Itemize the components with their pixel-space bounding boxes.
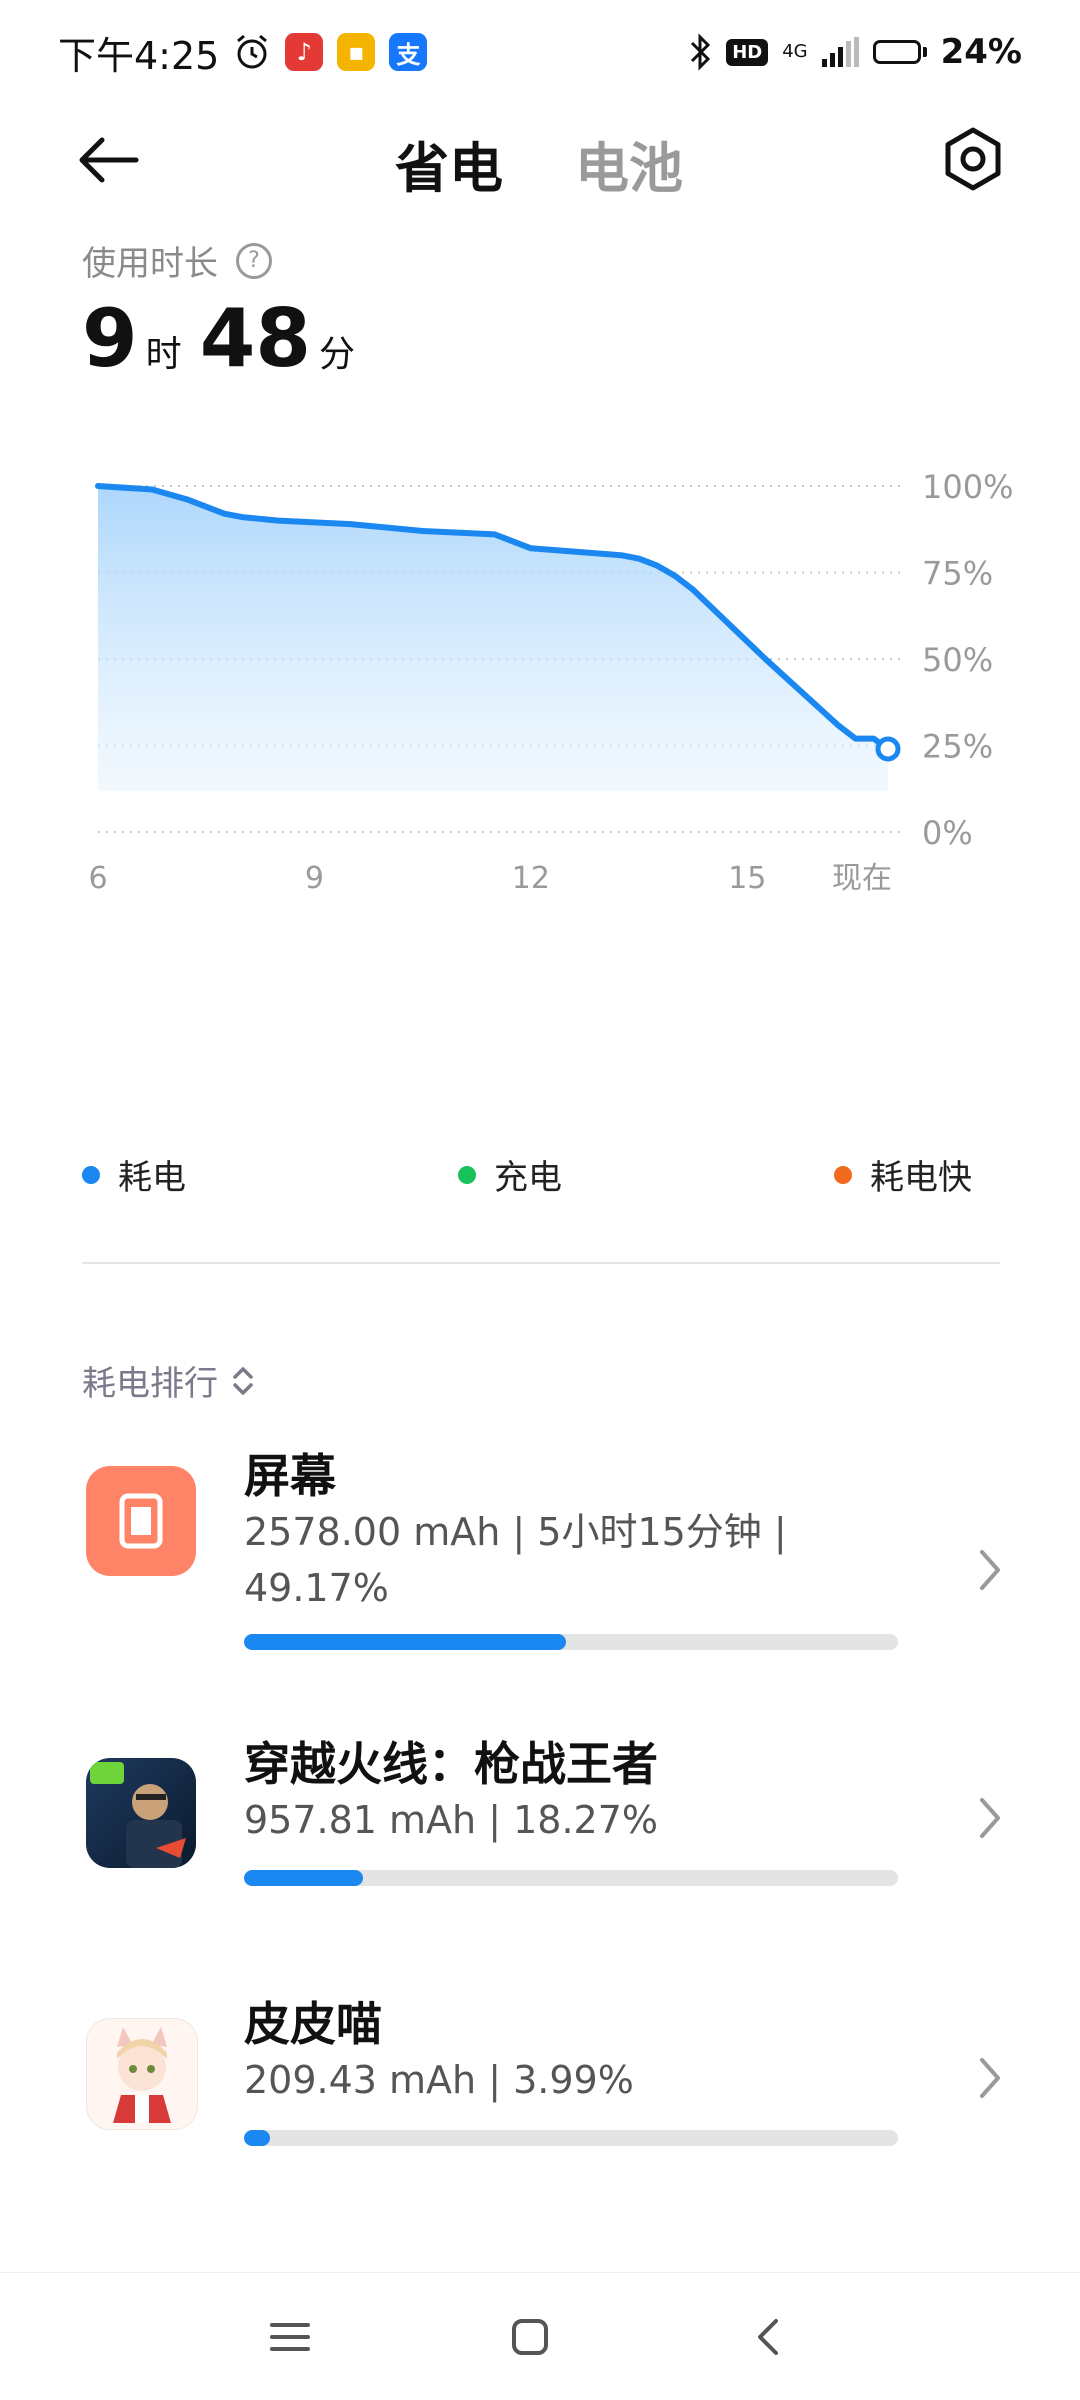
- y-tick-label: 25%: [922, 728, 993, 766]
- usage-hours: 9: [82, 292, 138, 385]
- usage-bar: [244, 2130, 898, 2146]
- rank-item-crossfire[interactable]: 穿越火线：枪战王者 957.81 mAh | 18.27%: [0, 1728, 1080, 1908]
- chevron-right-icon: [980, 2058, 1000, 2098]
- signal-strength-icon: [821, 37, 859, 67]
- status-right: HD 4G 24%: [688, 32, 1022, 72]
- status-time: 下午4:25: [58, 33, 220, 78]
- alipay-icon: 支: [389, 33, 428, 71]
- network-type: 4G: [782, 41, 808, 62]
- x-tick-label: 15: [728, 861, 766, 896]
- help-icon[interactable]: ?: [236, 242, 272, 279]
- netease-music-icon: ♪: [285, 33, 324, 71]
- arrow-left-icon[interactable]: [70, 130, 150, 190]
- battery-level-chart-svg: 100% 75% 50% 25% 0% 6 9 12 15 现在: [88, 468, 1013, 896]
- alarm-clock-icon: [237, 34, 268, 69]
- rank-item-pipimiao[interactable]: 皮皮喵 209.43 mAh | 3.99%: [0, 1988, 1080, 2168]
- battery-level-chart[interactable]: 100% 75% 50% 25% 0% 6 9 12 15 现在: [0, 460, 1080, 1100]
- tab-power-saving[interactable]: 省电: [395, 124, 503, 203]
- crossfire-game-icon: [86, 1758, 196, 1868]
- y-tick-label: 75%: [922, 555, 993, 593]
- power-ranking-sort[interactable]: 耗电排行: [82, 1356, 256, 1405]
- usage-duration-label: 使用时长 ?: [82, 236, 272, 285]
- sort-chevron-icon: [233, 1366, 253, 1395]
- screen-icon: [86, 1466, 196, 1576]
- notes-icon: ▪: [337, 33, 376, 71]
- app-name: 皮皮喵: [244, 1997, 382, 2051]
- y-tick-label: 100%: [922, 468, 1013, 506]
- network-indicator: 4G: [782, 43, 807, 61]
- system-navigation-bar: [0, 2272, 1080, 2400]
- x-tick-label: 现在: [832, 861, 892, 896]
- chevron-right-icon: [980, 1798, 1000, 1838]
- tab-bar: 省电 电池: [395, 124, 683, 203]
- x-tick-label: 12: [512, 861, 550, 896]
- status-bar: 下午4:25 ♪ ▪ 支 HD 4G 24%: [0, 0, 1080, 104]
- section-divider: [82, 1262, 1000, 1264]
- usage-bar-fill: [244, 1634, 566, 1650]
- app-detail: 957.81 mAh | 18.27%: [244, 1792, 804, 1848]
- menu-icon[interactable]: [260, 2307, 320, 2367]
- battery-usage-screen: 下午4:25 ♪ ▪ 支 HD 4G 24% 省电 电池 使用时长 ? 9 时 …: [0, 0, 1080, 2400]
- back-icon[interactable]: [740, 2307, 800, 2367]
- legend-item-charge: 充电: [458, 1150, 562, 1199]
- app-detail-line1: 2578.00 mAh | 5小时15分钟 |: [244, 1510, 787, 1554]
- usage-label-text: 使用时长: [82, 244, 218, 284]
- app-detail: 2578.00 mAh | 5小时15分钟 | 49.17%: [244, 1504, 804, 1616]
- usage-minutes: 48: [199, 292, 312, 385]
- legend-label-drain: 耗电: [118, 1158, 186, 1198]
- app-detail: 209.43 mAh | 3.99%: [244, 2052, 804, 2108]
- usage-bar: [244, 1634, 898, 1650]
- tab-battery[interactable]: 电池: [575, 124, 683, 203]
- battery-percent: 24%: [940, 32, 1022, 72]
- status-left: 下午4:25 ♪ ▪ 支: [58, 25, 428, 80]
- usage-minutes-unit: 分: [319, 334, 356, 375]
- header: 省电 电池: [0, 104, 1080, 214]
- legend-dot-charge: [458, 1165, 476, 1184]
- legend-dot-fast-drain: [834, 1165, 852, 1184]
- legend-dot-drain: [82, 1165, 100, 1184]
- usage-bar-fill: [244, 1870, 364, 1886]
- y-tick-label: 50%: [922, 641, 993, 679]
- current-level-marker: [875, 736, 901, 762]
- usage-hours-unit: 时: [145, 334, 182, 375]
- app-name: 穿越火线：枪战王者: [244, 1737, 658, 1791]
- usage-bar: [244, 1870, 898, 1886]
- chevron-right-icon: [980, 1550, 1000, 1590]
- usage-bar-fill: [244, 2130, 271, 2146]
- bluetooth-icon: [691, 33, 711, 71]
- app-detail-line2: 49.17%: [244, 1566, 389, 1610]
- app-detail-line1: 209.43 mAh | 3.99%: [244, 2058, 634, 2102]
- legend-label-charge: 充电: [494, 1158, 562, 1198]
- power-ranking-title: 耗电排行: [82, 1364, 218, 1404]
- rank-item-screen[interactable]: 屏幕 2578.00 mAh | 5小时15分钟 | 49.17%: [0, 1440, 1080, 1670]
- usage-duration-value: 9 时 48 分: [82, 292, 365, 385]
- app-detail-line1: 957.81 mAh | 18.27%: [244, 1798, 658, 1842]
- legend-item-drain: 耗电: [82, 1150, 186, 1199]
- app-name: 屏幕: [244, 1449, 336, 1503]
- x-tick-label: 9: [305, 861, 324, 896]
- legend-item-fast-drain: 耗电快: [834, 1150, 972, 1199]
- y-tick-label: 0%: [922, 814, 973, 852]
- home-icon[interactable]: [500, 2307, 560, 2367]
- battery-icon: [872, 40, 927, 64]
- hd-badge: HD: [726, 38, 769, 66]
- x-tick-label: 6: [88, 861, 107, 896]
- settings-gear-icon[interactable]: [938, 124, 1008, 194]
- pipimiao-app-icon: [86, 2018, 198, 2130]
- legend-label-fast-drain: 耗电快: [870, 1158, 972, 1198]
